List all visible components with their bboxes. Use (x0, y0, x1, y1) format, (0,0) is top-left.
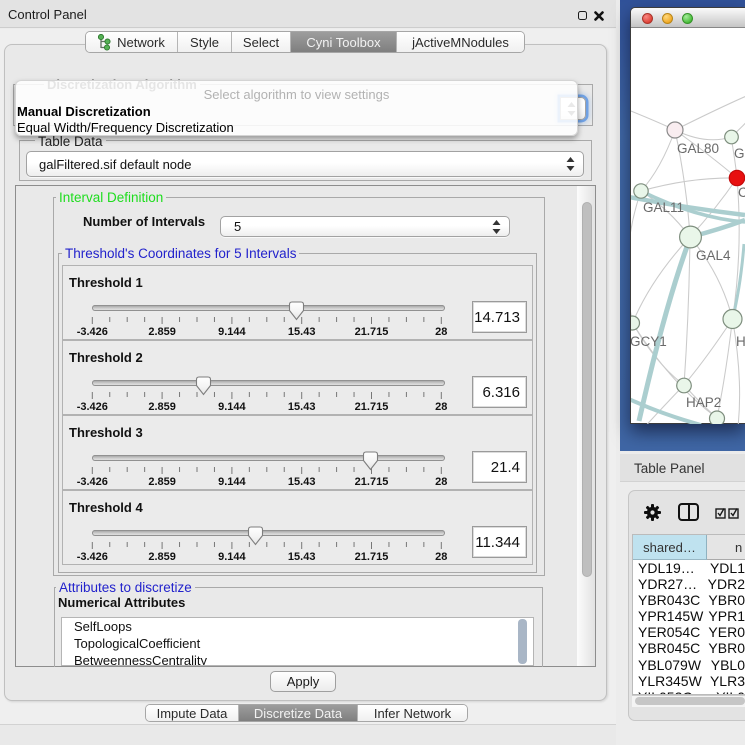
svg-text:H: H (736, 334, 745, 349)
svg-text:GAL11: GAL11 (643, 200, 684, 215)
svg-text:GAL80: GAL80 (677, 141, 719, 156)
svg-text:G.: G. (734, 146, 745, 161)
svg-text:GAL4: GAL4 (696, 248, 731, 263)
svg-text:GCY1: GCY1 (631, 334, 667, 349)
svg-text:HAP2: HAP2 (686, 395, 721, 410)
svg-text:C: C (738, 185, 745, 200)
